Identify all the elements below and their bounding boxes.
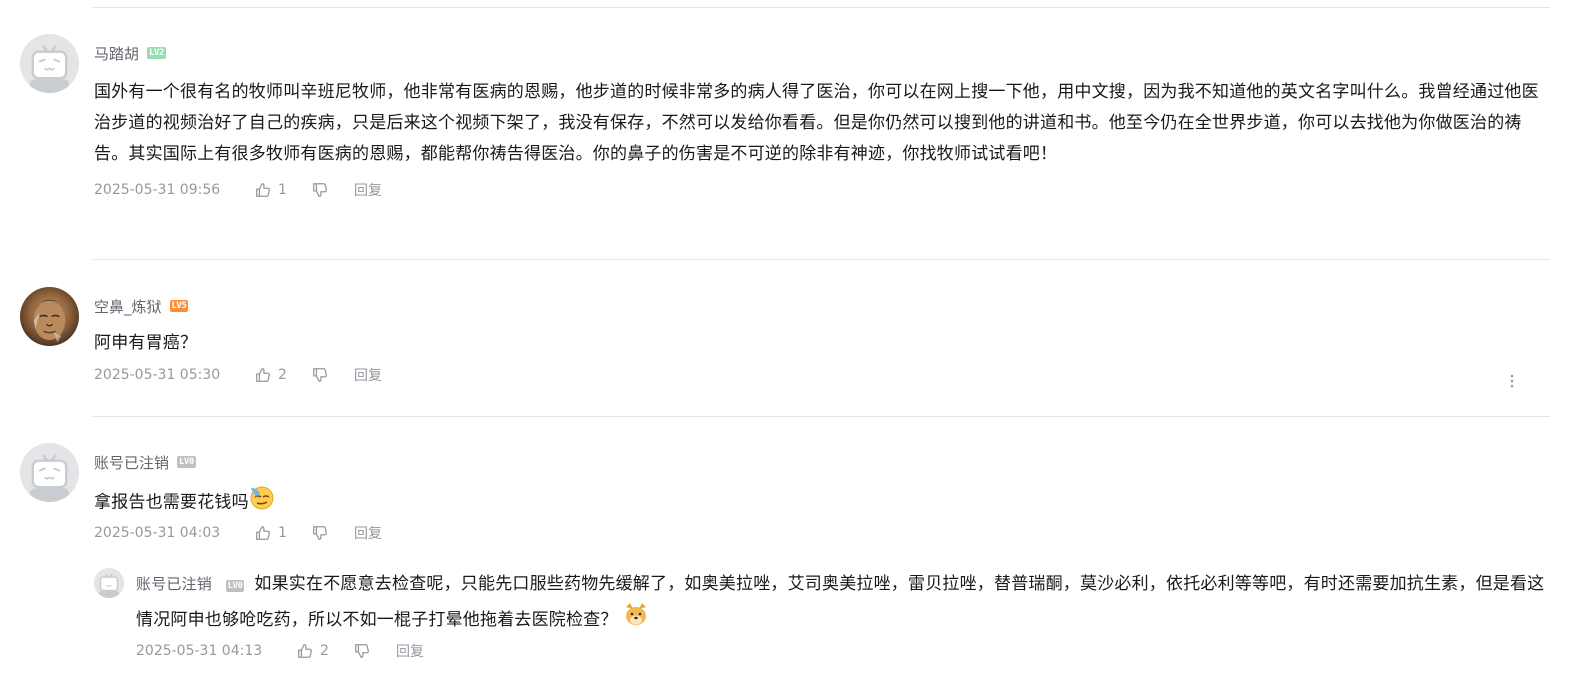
avatar-default[interactable] [20, 34, 79, 93]
level-badge: LV2 [147, 47, 166, 59]
reply-username[interactable]: 账号已注销 [136, 575, 212, 593]
tv-avatar-icon [20, 34, 79, 93]
thumb-up-icon [256, 183, 270, 197]
comment-time: 2025-05-31 04:03 [94, 525, 221, 541]
comment-username[interactable]: 马踏胡 [94, 43, 139, 64]
dislike-button[interactable] [311, 181, 329, 199]
tv-avatar-icon [94, 568, 124, 598]
reply-button[interactable]: 回复 [396, 641, 424, 661]
thumb-down-icon [355, 644, 369, 658]
comment-text: 拿报告也需要花钱吗 [94, 492, 249, 513]
level-badge: LV0 [177, 456, 196, 468]
thumb-up-icon [256, 526, 270, 540]
avatar-buddha[interactable] [20, 287, 79, 346]
reply-text: 如果实在不愿意去检查呢，只能先口服些药物先缓解了，如奥美拉唑，艾司奥美拉唑，雷贝… [136, 574, 1545, 630]
thumb-down-icon [313, 183, 327, 197]
avatar-default[interactable] [20, 443, 79, 502]
like-button[interactable]: 2 [296, 642, 334, 660]
reply-button[interactable]: 回复 [354, 365, 382, 385]
like-button[interactable]: 2 [254, 366, 292, 384]
top-divider [93, 7, 1550, 8]
comment-username[interactable]: 账号已注销 [94, 452, 169, 473]
like-button[interactable]: 1 [254, 181, 292, 199]
level-badge: LV5 [169, 300, 189, 312]
like-count: 1 [278, 182, 287, 198]
tv-avatar-icon [20, 443, 79, 502]
dislike-button[interactable] [353, 642, 371, 660]
reply-button[interactable]: 回复 [354, 523, 382, 543]
reply-button[interactable]: 回复 [354, 180, 382, 200]
avatar-default-small[interactable] [94, 568, 124, 598]
thumb-down-icon [313, 368, 327, 382]
thumb-down-icon [313, 526, 327, 540]
thumb-up-icon [298, 644, 312, 658]
reply-time: 2025-05-31 04:13 [136, 643, 263, 659]
thumb-up-icon [256, 368, 270, 382]
comment-text: 阿申有胃癌？ [94, 333, 198, 353]
like-count: 1 [278, 525, 287, 541]
dislike-button[interactable] [311, 366, 329, 384]
dislike-button[interactable] [311, 524, 329, 542]
buddha-avatar-icon [20, 287, 79, 346]
more-options-icon[interactable] [1504, 370, 1520, 392]
comment-text: 国外有一个很有名的牧师叫辛班尼牧师，他非常有医病的恩赐，他步道的时候非常多的病人… [94, 82, 1539, 164]
like-count: 2 [320, 643, 329, 659]
level-badge: LV0 [225, 580, 245, 592]
doge-emoji-icon [623, 601, 649, 639]
comment-username[interactable]: 空鼻_炼狱 [94, 296, 162, 317]
comment-divider [93, 259, 1550, 260]
comment-time: 2025-05-31 05:30 [94, 367, 221, 383]
like-count: 2 [278, 367, 287, 383]
like-button[interactable]: 1 [254, 524, 292, 542]
comment-divider [93, 416, 1550, 417]
comment-time: 2025-05-31 09:56 [94, 182, 221, 198]
sweat-emoji-icon [249, 484, 275, 521]
